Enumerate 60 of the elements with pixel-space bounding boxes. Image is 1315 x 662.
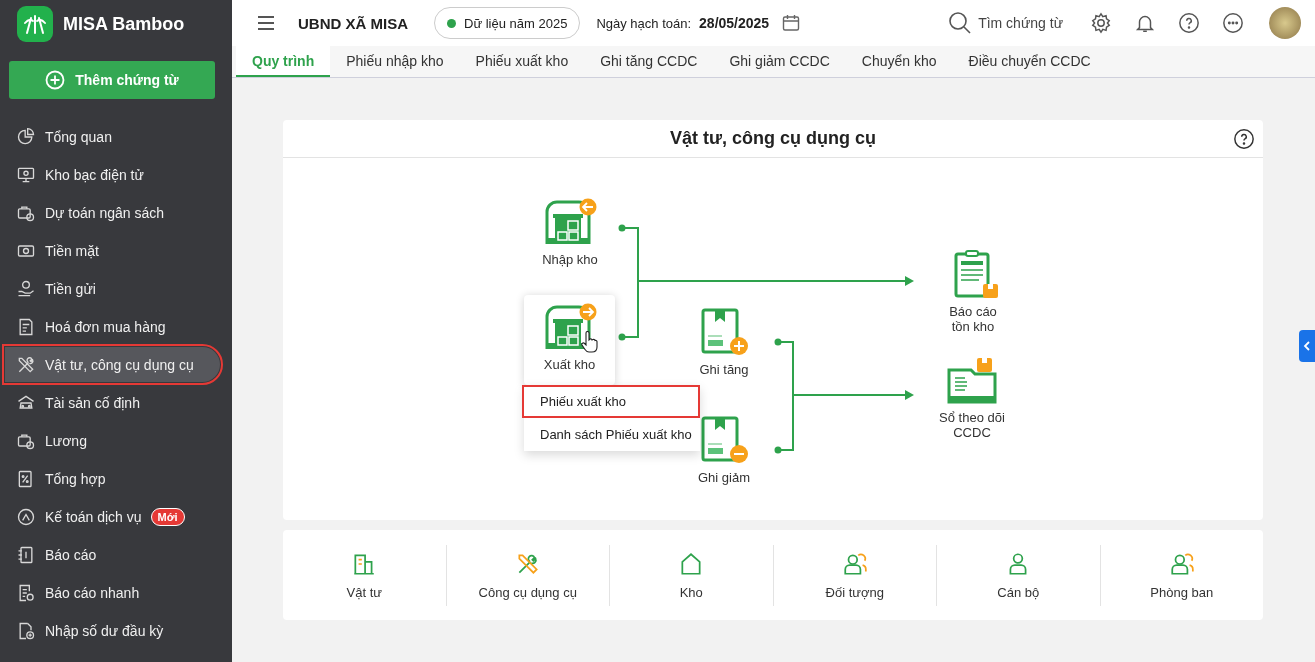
tab[interactable]: Điều chuyển CCDC (952, 46, 1107, 77)
shortcut-item[interactable]: Phòng ban (1100, 544, 1263, 606)
sidebar-item[interactable]: Kế toán dịch vụ Mới (5, 499, 220, 534)
users-icon (1168, 550, 1195, 577)
sidebar-item[interactable]: Hoá đơn mua hàng (5, 309, 220, 344)
sidebar-item[interactable]: Kho bạc điện tử (5, 157, 220, 192)
pie-chart-icon (16, 126, 36, 147)
sidebar-item[interactable]: Lương (5, 423, 220, 458)
sidebar-item[interactable]: Vật tư, công cụ dụng cụ (5, 347, 220, 382)
sidebar-item[interactable]: Báo cáo (5, 537, 220, 572)
sidebar-item[interactable]: Tổng quan (5, 119, 220, 154)
process-node[interactable]: Nhập kho (520, 198, 620, 267)
hand-coin-icon (16, 278, 36, 299)
date-label: Ngày hạch toán: (596, 15, 692, 31)
tab[interactable]: Ghi tăng CCDC (584, 46, 714, 77)
status-dot-icon (447, 18, 456, 28)
process-node[interactable]: Xuất kho (524, 295, 615, 385)
tab[interactable]: Phiếu xuất kho (459, 46, 585, 77)
tab[interactable]: Ghi giảm CCDC (713, 46, 846, 77)
avatar-photo-placeholder[interactable] (1269, 7, 1301, 39)
shortcut-item[interactable]: Kho (610, 544, 774, 606)
hand-cursor-icon (580, 331, 598, 353)
calendar-icon[interactable] (781, 13, 802, 33)
process-node[interactable]: Ghi tăng (674, 308, 774, 377)
shortcut-item[interactable]: Đối tượng (773, 544, 937, 606)
bamboo-logo-icon (17, 6, 53, 42)
posting-date: 28/05/2025 (699, 15, 770, 31)
shortcut-item[interactable]: Cán bộ (937, 544, 1101, 606)
menu-item[interactable]: Danh sách Phiếu xuất kho (524, 418, 700, 451)
tools-icon (16, 354, 36, 375)
search-icon (948, 11, 973, 35)
help-icon[interactable] (1178, 12, 1200, 34)
organization-name: UBND XÃ MISA (298, 14, 408, 32)
help-icon[interactable] (1233, 128, 1255, 150)
process-title: Vật tư, công cụ dụng cụ (669, 128, 876, 149)
sidebar-item[interactable]: Tiền mặt (5, 233, 220, 268)
circle-logo-icon (16, 506, 36, 527)
process-node[interactable]: Sổ theo dõi CCDC (922, 356, 1022, 440)
ledger-icon (16, 544, 36, 565)
sidebar-item[interactable]: Dự toán ngân sách (5, 195, 220, 230)
tab[interactable]: Phiếu nhập kho (330, 46, 460, 77)
shortcut-item[interactable]: Công cụ dụng cụ (446, 544, 610, 606)
sidebar-item[interactable]: Nhập số dư đầu kỳ (5, 613, 220, 648)
users-icon (841, 550, 868, 577)
search-documents[interactable]: Tìm chứng từ (948, 11, 1063, 35)
sidebar-item[interactable]: Tiền gửi (5, 271, 220, 306)
new-badge: Mới (150, 507, 185, 526)
process-node[interactable]: Báo cáo tồn kho (923, 250, 1023, 334)
sidebar-item[interactable]: Tài sản cố định (5, 385, 220, 420)
sidebar-item[interactable]: Tổng hợp (5, 461, 220, 496)
chevron-left-icon (1303, 341, 1311, 351)
more-icon[interactable] (1222, 12, 1244, 34)
app-name: MISA Bamboo (63, 13, 185, 35)
sidebar-item[interactable]: Báo cáo nhanh (5, 575, 220, 610)
plus-circle-icon (45, 70, 66, 90)
tab[interactable]: Chuyển kho (845, 46, 953, 77)
collapse-panel-button[interactable] (1299, 330, 1315, 362)
settings-icon[interactable] (1090, 12, 1112, 34)
menu-item[interactable]: Phiếu xuất kho (522, 385, 700, 418)
shortcut-item[interactable]: Vật tư (283, 544, 447, 606)
